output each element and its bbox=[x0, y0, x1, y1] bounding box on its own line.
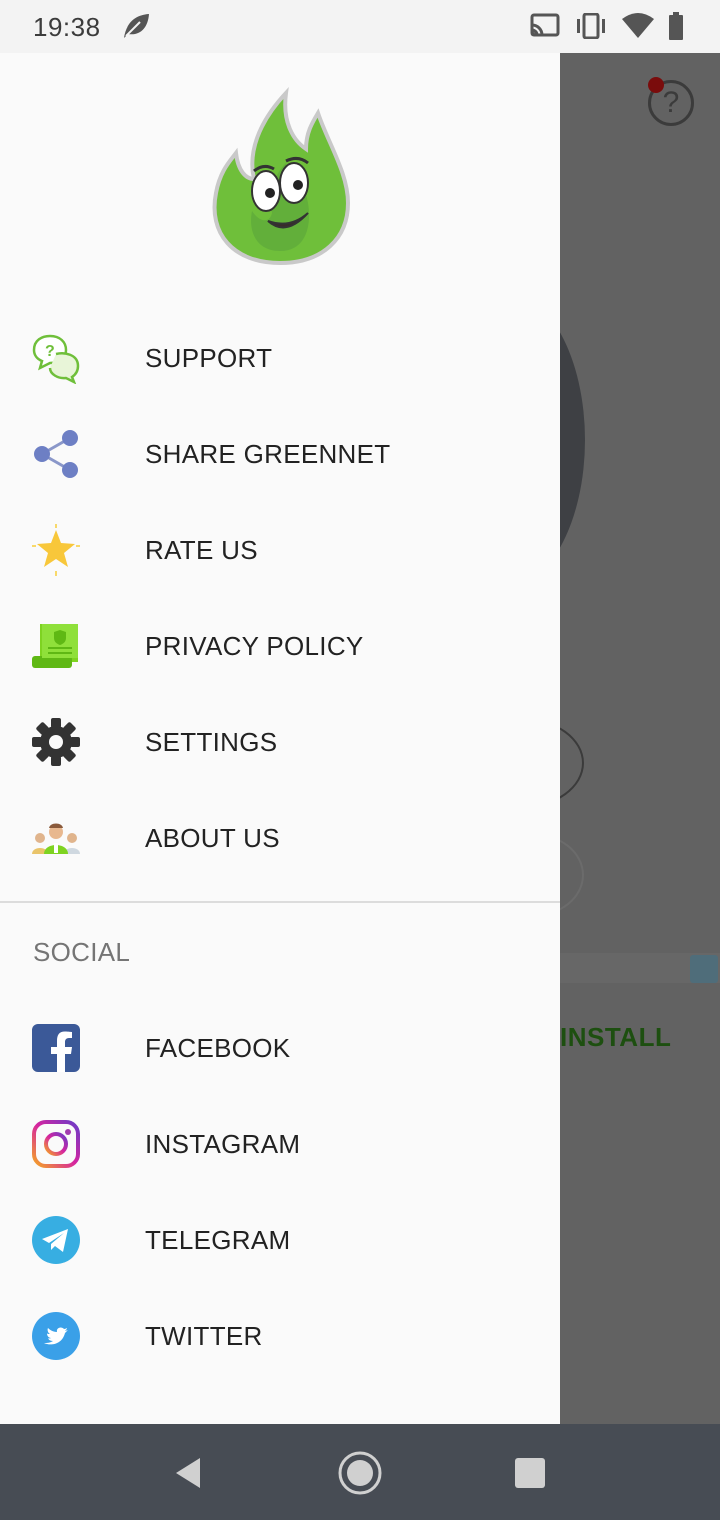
menu-item-instagram[interactable]: INSTAGRAM bbox=[0, 1096, 560, 1192]
menu-item-share[interactable]: SHARE GREENNET bbox=[0, 406, 560, 502]
cast-icon bbox=[530, 13, 560, 37]
gear-icon bbox=[30, 716, 82, 768]
telegram-icon bbox=[30, 1214, 82, 1266]
notification-dot bbox=[648, 77, 664, 93]
battery-icon bbox=[669, 12, 683, 40]
background-install-label: INSTALL bbox=[560, 1022, 672, 1052]
svg-text:?: ? bbox=[45, 343, 55, 360]
star-icon bbox=[30, 524, 82, 576]
status-time: 19:38 bbox=[33, 12, 101, 42]
navigation-drawer: ? SUPPORT SHARE GREENNET RATE US PRIVACY… bbox=[0, 53, 560, 1424]
menu-item-about-us[interactable]: ABOUT US bbox=[0, 790, 560, 886]
system-nav-bar bbox=[0, 1424, 720, 1520]
vibrate-icon bbox=[577, 13, 605, 39]
menu-item-facebook[interactable]: FACEBOOK bbox=[0, 1000, 560, 1096]
menu-item-twitter[interactable]: TWITTER bbox=[0, 1288, 560, 1384]
menu-item-label: SUPPORT bbox=[145, 342, 273, 373]
menu-item-telegram[interactable]: TELEGRAM bbox=[0, 1192, 560, 1288]
drawer-divider bbox=[0, 901, 560, 903]
menu-item-label: SETTINGS bbox=[145, 726, 278, 757]
menu-item-settings[interactable]: SETTINGS bbox=[0, 694, 560, 790]
menu-item-label: SHARE GREENNET bbox=[145, 438, 391, 469]
menu-item-label: INSTAGRAM bbox=[145, 1128, 301, 1159]
leaf-icon bbox=[124, 14, 149, 38]
home-icon[interactable] bbox=[335, 1448, 385, 1498]
menu-item-label: RATE US bbox=[145, 534, 258, 565]
background-app bbox=[560, 53, 720, 1424]
support-chat-icon: ? bbox=[30, 332, 82, 384]
back-icon[interactable] bbox=[163, 1448, 213, 1498]
recents-icon[interactable] bbox=[505, 1448, 555, 1498]
menu-item-label: ABOUT US bbox=[145, 822, 280, 853]
status-icons bbox=[530, 12, 684, 40]
menu-item-privacy-policy[interactable]: PRIVACY POLICY bbox=[0, 598, 560, 694]
menu-item-label: FACEBOOK bbox=[145, 1032, 291, 1063]
status-bar: 19:38 bbox=[0, 0, 720, 53]
menu-item-label: TWITTER bbox=[145, 1320, 263, 1351]
wifi-icon bbox=[622, 13, 654, 38]
team-icon bbox=[30, 812, 82, 864]
menu-item-support[interactable]: ? SUPPORT bbox=[0, 310, 560, 406]
twitter-icon bbox=[30, 1310, 82, 1362]
greennet-logo bbox=[212, 87, 351, 266]
share-icon bbox=[30, 428, 82, 480]
social-section-header: SOCIAL bbox=[33, 937, 131, 967]
policy-scroll-icon bbox=[30, 620, 82, 672]
facebook-icon bbox=[30, 1022, 82, 1074]
menu-item-label: PRIVACY POLICY bbox=[145, 630, 364, 661]
instagram-icon bbox=[30, 1118, 82, 1170]
ad-choices-icon bbox=[690, 955, 718, 983]
menu-item-rate-us[interactable]: RATE US bbox=[0, 502, 560, 598]
menu-item-label: TELEGRAM bbox=[145, 1224, 291, 1255]
